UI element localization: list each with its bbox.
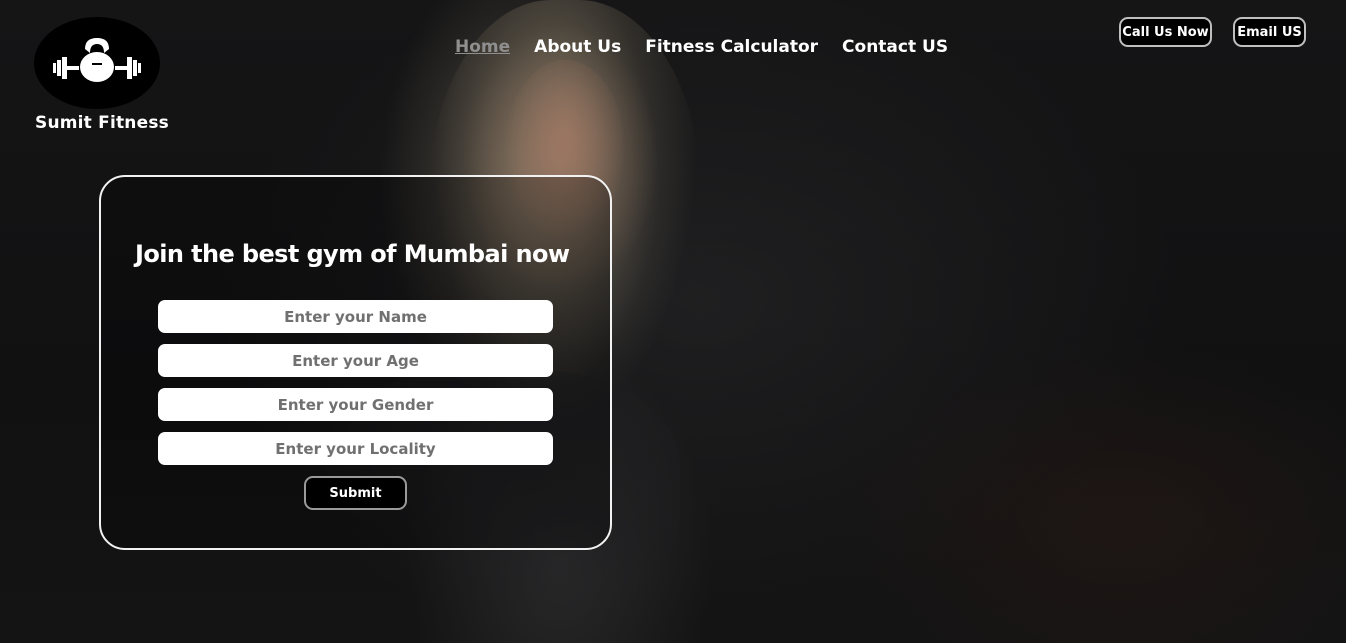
call-us-button[interactable]: Call Us Now <box>1119 17 1212 47</box>
main-nav: Home About Us Fitness Calculator Contact… <box>455 37 948 57</box>
gender-input[interactable] <box>158 388 553 421</box>
submit-button[interactable]: Submit <box>304 476 407 510</box>
form-title: Join the best gym of Mumbai now <box>135 240 570 268</box>
kettlebell-barbell-icon <box>53 38 141 82</box>
nav-link-about-us[interactable]: About Us <box>534 37 621 57</box>
name-input[interactable] <box>158 300 553 333</box>
nav-link-contact-us[interactable]: Contact US <box>842 37 948 57</box>
locality-input[interactable] <box>158 432 553 465</box>
brand-name: Sumit Fitness <box>35 113 169 133</box>
email-us-button[interactable]: Email US <box>1233 17 1306 47</box>
logo[interactable] <box>34 17 160 109</box>
nav-link-fitness-calculator[interactable]: Fitness Calculator <box>645 37 818 57</box>
nav-link-home[interactable]: Home <box>455 37 510 57</box>
age-input[interactable] <box>158 344 553 377</box>
